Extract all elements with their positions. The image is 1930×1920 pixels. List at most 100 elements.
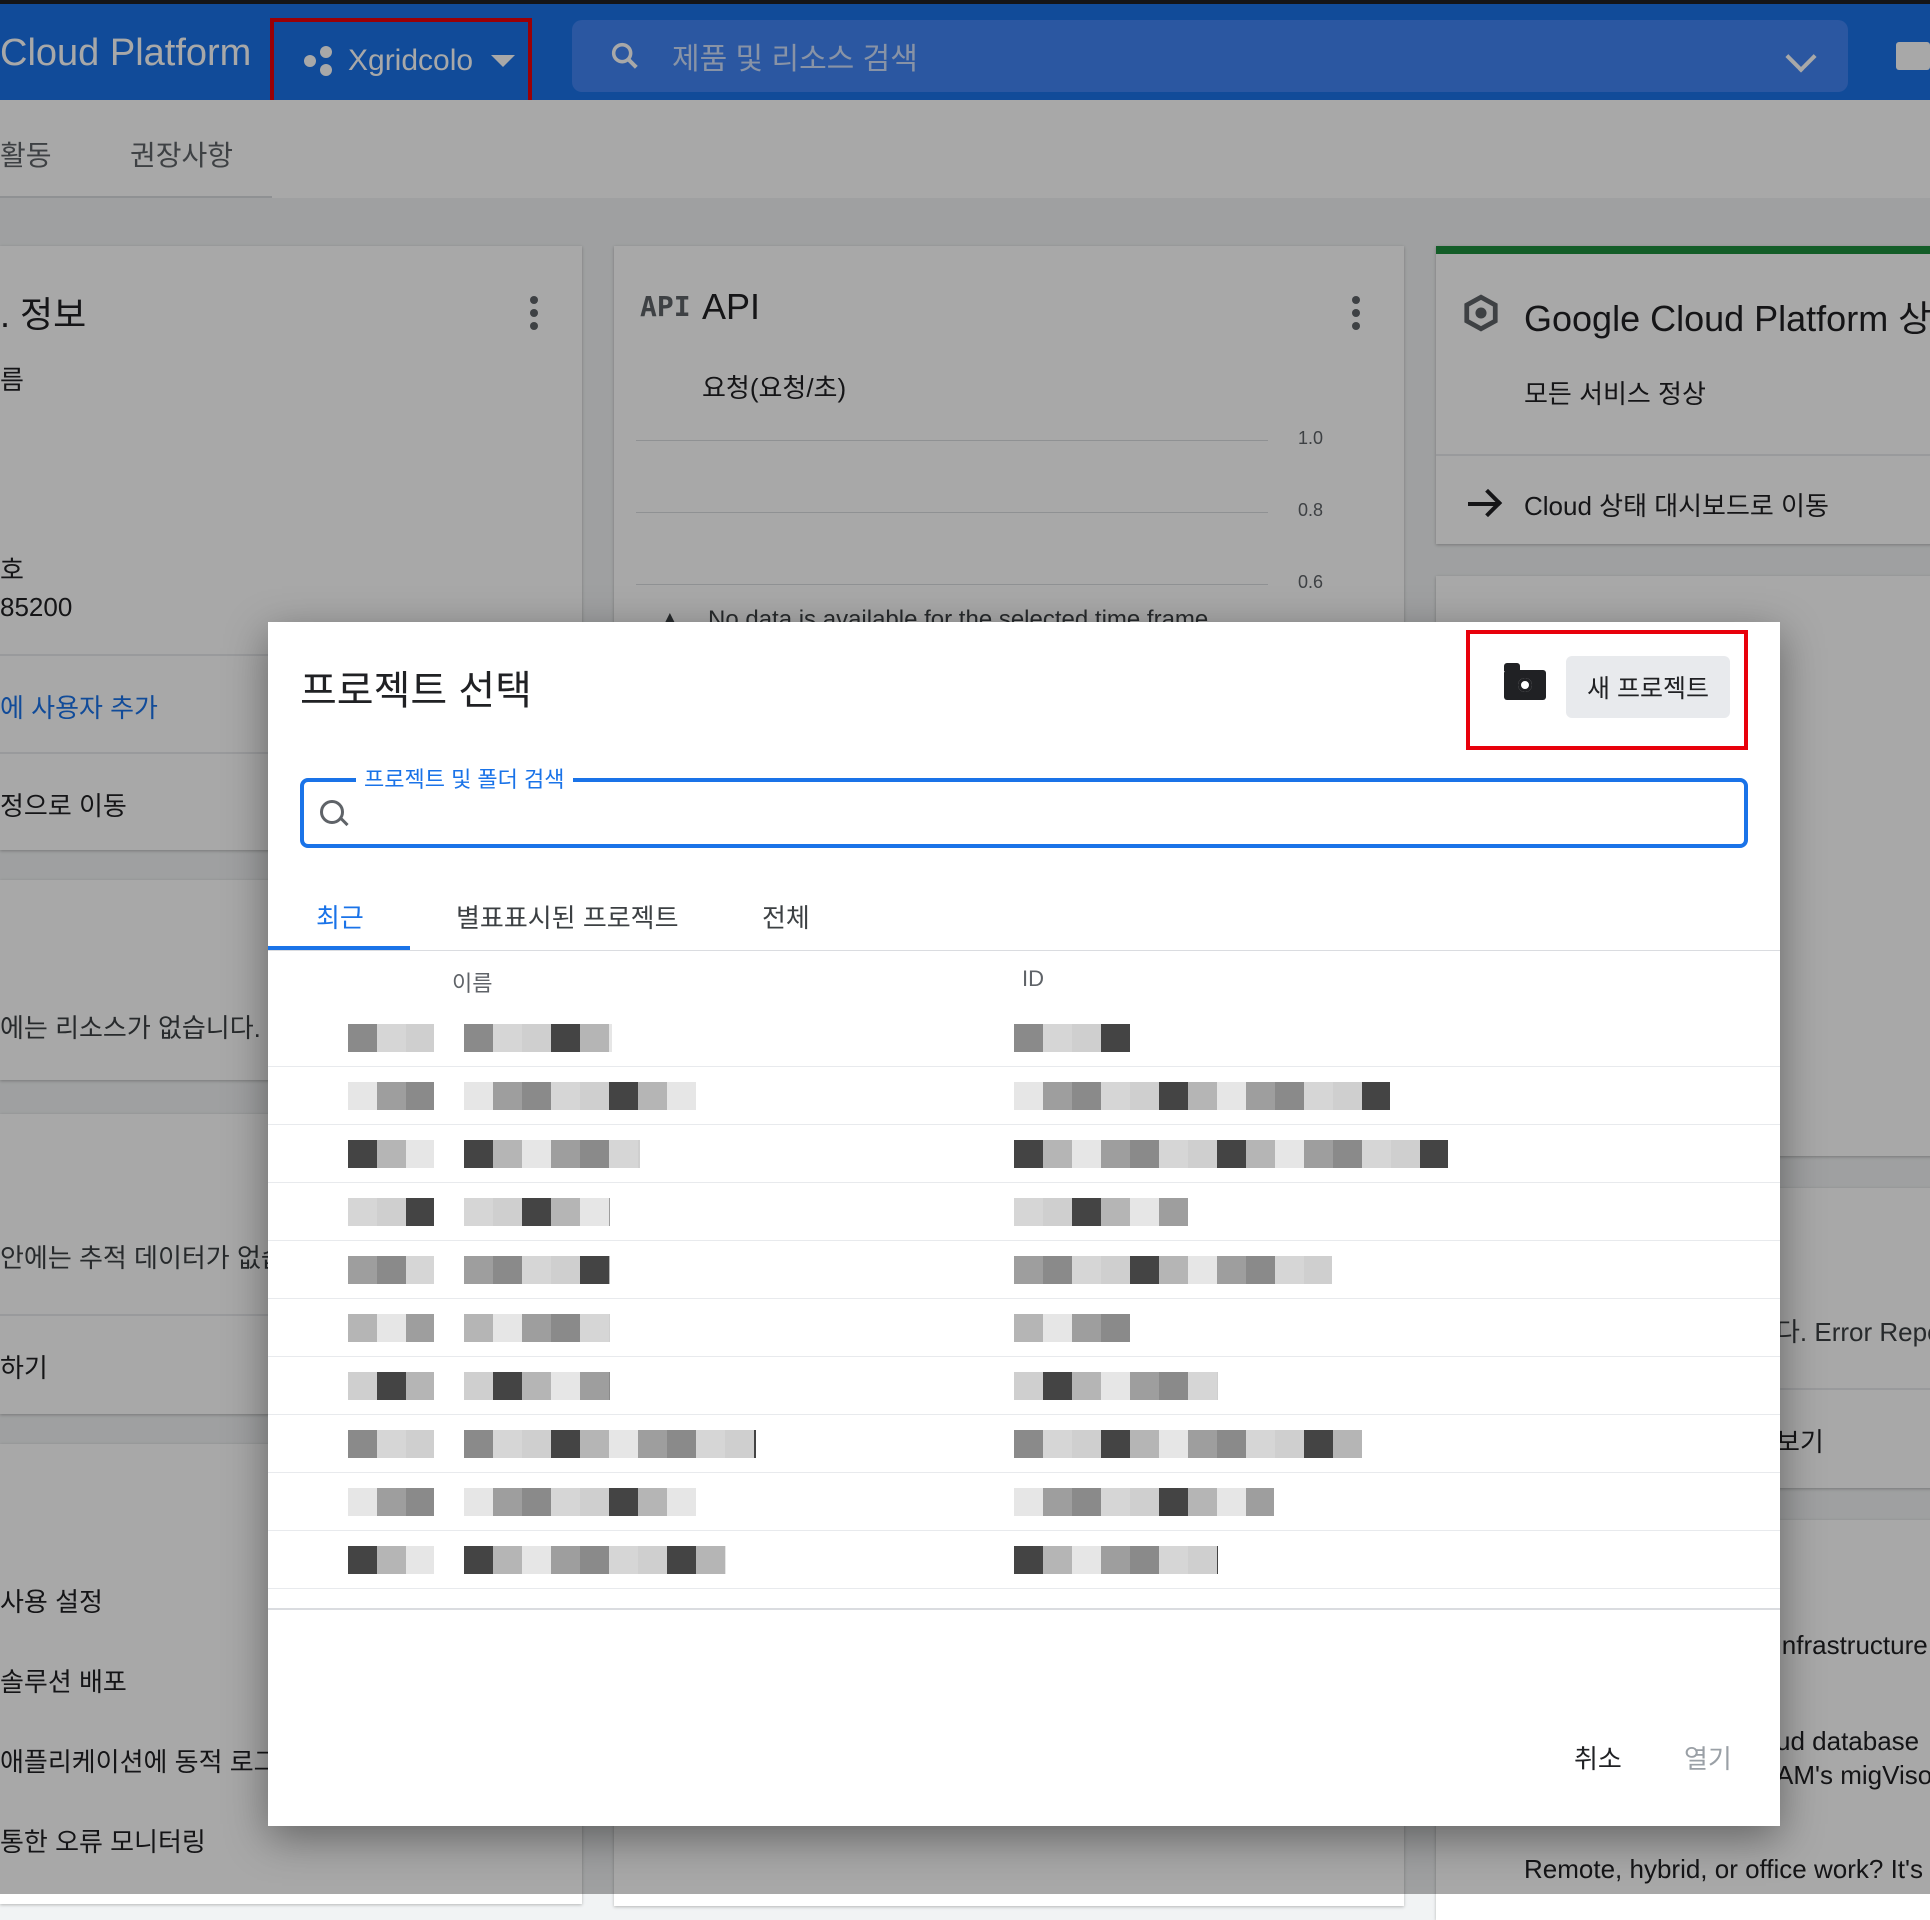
redacted-block bbox=[667, 1488, 696, 1516]
redacted-block bbox=[1014, 1198, 1043, 1226]
redacted-block bbox=[1159, 1082, 1188, 1110]
redacted-block bbox=[1188, 1488, 1217, 1516]
redacted-block bbox=[1304, 1430, 1333, 1458]
project-row[interactable] bbox=[268, 1066, 1780, 1125]
tab-all[interactable]: 전체 bbox=[762, 898, 810, 935]
redacted-block bbox=[1014, 1024, 1043, 1052]
redacted-block bbox=[1246, 1140, 1275, 1168]
redacted-block bbox=[667, 1430, 696, 1458]
manage-folder-icon[interactable] bbox=[1504, 663, 1546, 700]
redacted-block bbox=[493, 1488, 522, 1516]
redacted-block bbox=[1014, 1256, 1043, 1284]
redacted-block bbox=[609, 1256, 610, 1284]
project-row[interactable] bbox=[268, 1356, 1780, 1415]
redacted-block bbox=[464, 1314, 493, 1342]
redacted-block bbox=[522, 1488, 551, 1516]
redacted-block bbox=[725, 1546, 726, 1574]
redacted-block bbox=[1362, 1082, 1390, 1110]
redacted-block bbox=[493, 1314, 522, 1342]
redacted-block bbox=[522, 1314, 551, 1342]
redacted-block bbox=[1246, 1256, 1275, 1284]
redacted-block bbox=[1304, 1082, 1333, 1110]
redacted-block bbox=[493, 1256, 522, 1284]
redacted-block bbox=[580, 1256, 609, 1284]
redacted-block bbox=[464, 1488, 493, 1516]
redacted-block bbox=[406, 1546, 434, 1574]
redacted-block bbox=[580, 1140, 609, 1168]
redacted-block bbox=[609, 1198, 610, 1226]
redacted-block bbox=[1188, 1546, 1217, 1574]
redacted-block bbox=[406, 1488, 434, 1516]
redacted-block bbox=[1420, 1140, 1448, 1168]
redacted-block bbox=[580, 1024, 609, 1052]
redacted-block bbox=[1043, 1198, 1072, 1226]
redacted-block bbox=[348, 1256, 377, 1284]
redacted-block bbox=[348, 1082, 377, 1110]
redacted-block bbox=[522, 1198, 551, 1226]
redacted-block bbox=[522, 1256, 551, 1284]
open-button[interactable]: 열기 bbox=[1678, 1738, 1738, 1777]
redacted-block bbox=[464, 1024, 493, 1052]
redacted-block bbox=[1275, 1082, 1304, 1110]
redacted-block bbox=[1101, 1082, 1130, 1110]
redacted-block bbox=[1043, 1546, 1072, 1574]
dialog-title: 프로젝트 선택 bbox=[300, 669, 532, 713]
cancel-button[interactable]: 취소 bbox=[1568, 1738, 1628, 1777]
redacted-block bbox=[377, 1372, 406, 1400]
redacted-block bbox=[464, 1430, 493, 1458]
project-row[interactable] bbox=[268, 1530, 1780, 1589]
redacted-block bbox=[1014, 1430, 1043, 1458]
redacted-block bbox=[1188, 1430, 1217, 1458]
redacted-block bbox=[609, 1546, 638, 1574]
redacted-block bbox=[493, 1372, 522, 1400]
redacted-block bbox=[1246, 1430, 1275, 1458]
redacted-block bbox=[522, 1024, 551, 1052]
redacted-block bbox=[580, 1372, 609, 1400]
redacted-block bbox=[1275, 1256, 1304, 1284]
redacted-block bbox=[638, 1082, 667, 1110]
redacted-block bbox=[1333, 1140, 1362, 1168]
redacted-block bbox=[580, 1488, 609, 1516]
project-row[interactable] bbox=[268, 1182, 1780, 1241]
project-row[interactable] bbox=[268, 1298, 1780, 1357]
redacted-block bbox=[638, 1140, 640, 1168]
redacted-block bbox=[1159, 1198, 1188, 1226]
redacted-block bbox=[493, 1140, 522, 1168]
redacted-block bbox=[580, 1198, 609, 1226]
redacted-block bbox=[1130, 1430, 1159, 1458]
redacted-block bbox=[696, 1430, 725, 1458]
redacted-block bbox=[493, 1082, 522, 1110]
redacted-block bbox=[551, 1024, 580, 1052]
redacted-block bbox=[1188, 1140, 1217, 1168]
project-row[interactable] bbox=[268, 1414, 1780, 1473]
redacted-block bbox=[1159, 1488, 1188, 1516]
search-icon bbox=[320, 800, 344, 824]
project-search-input[interactable] bbox=[360, 788, 1724, 840]
redacted-block bbox=[348, 1024, 377, 1052]
redacted-block bbox=[1043, 1314, 1072, 1342]
redacted-block bbox=[1072, 1140, 1101, 1168]
tab-starred[interactable]: 별표표시된 프로젝트 bbox=[456, 898, 679, 935]
redacted-block bbox=[638, 1430, 667, 1458]
new-project-button[interactable]: 새 프로젝트 bbox=[1566, 656, 1730, 718]
redacted-block bbox=[551, 1430, 580, 1458]
redacted-block bbox=[1101, 1430, 1130, 1458]
redacted-block bbox=[406, 1082, 434, 1110]
redacted-block bbox=[522, 1082, 551, 1110]
redacted-block bbox=[1101, 1256, 1130, 1284]
redacted-block bbox=[1362, 1140, 1391, 1168]
project-row[interactable] bbox=[268, 1240, 1780, 1299]
redacted-block bbox=[1217, 1488, 1246, 1516]
redacted-block bbox=[1043, 1372, 1072, 1400]
redacted-block bbox=[551, 1082, 580, 1110]
redacted-block bbox=[377, 1488, 406, 1516]
redacted-block bbox=[609, 1140, 638, 1168]
redacted-block bbox=[348, 1488, 377, 1516]
tab-recent[interactable]: 최근 bbox=[316, 898, 364, 935]
project-row[interactable] bbox=[268, 1008, 1780, 1067]
project-row[interactable] bbox=[268, 1472, 1780, 1531]
redacted-block bbox=[1072, 1198, 1101, 1226]
redacted-block bbox=[493, 1546, 522, 1574]
redacted-block bbox=[1217, 1140, 1246, 1168]
project-row[interactable] bbox=[268, 1124, 1780, 1183]
